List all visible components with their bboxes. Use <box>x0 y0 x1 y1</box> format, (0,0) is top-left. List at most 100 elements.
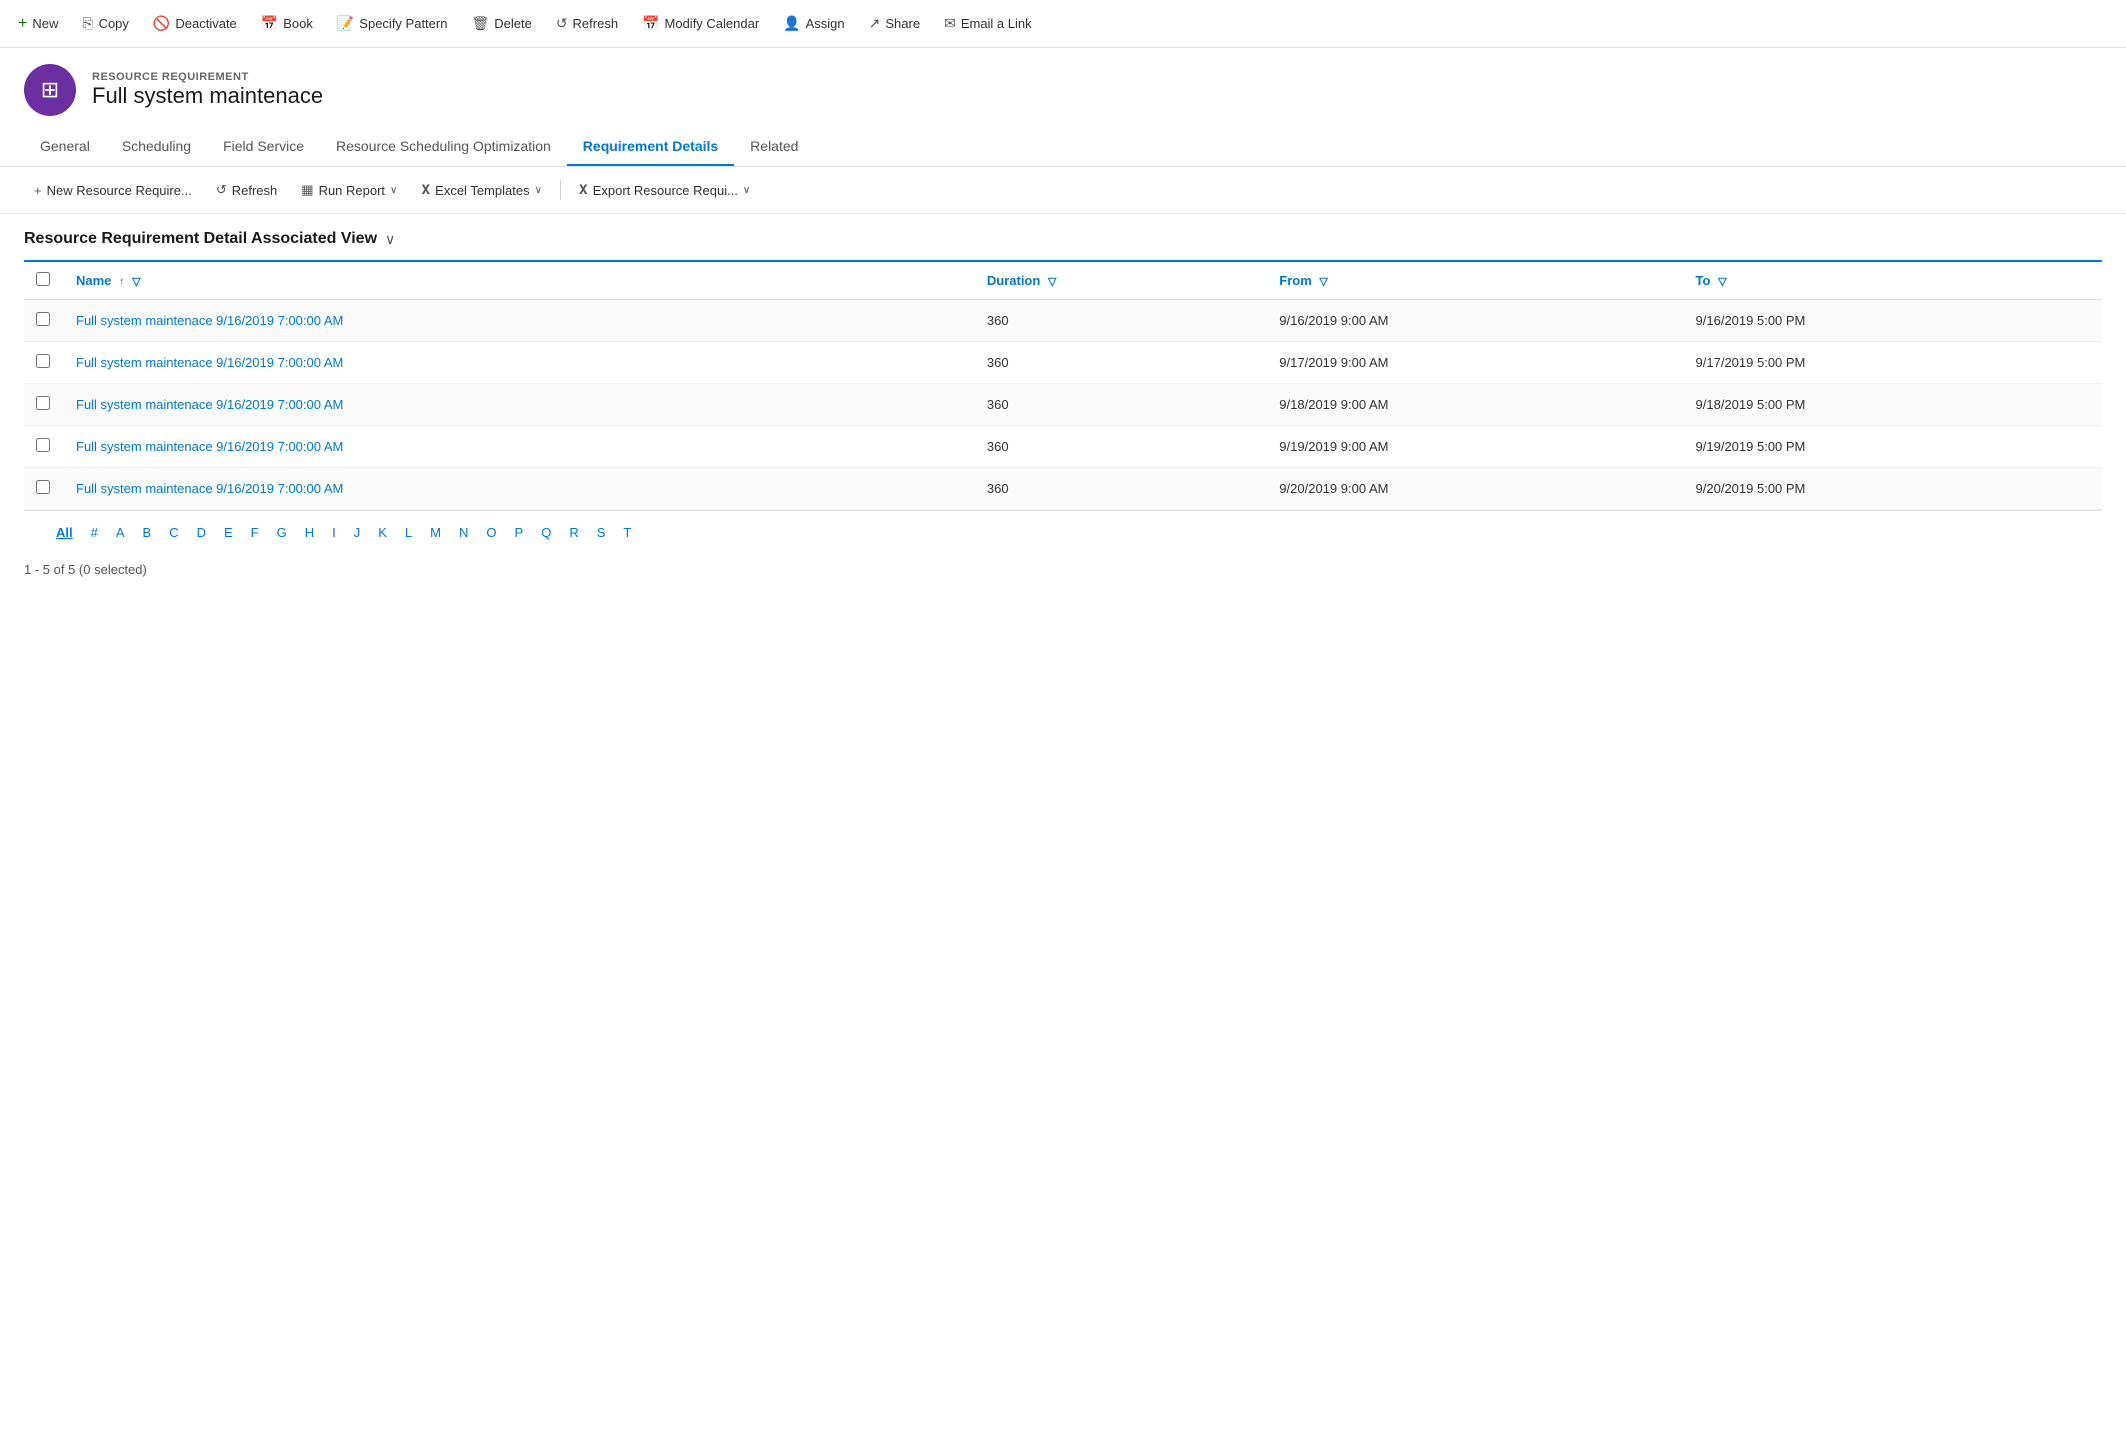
new-resource-require-label: New Resource Require... <box>47 183 192 198</box>
pagination-letter-k[interactable]: K <box>370 521 395 544</box>
pagination-letter-i[interactable]: I <box>324 521 344 544</box>
excel-templates-chevron: ∨ <box>535 185 542 196</box>
row-checkbox-cell[interactable] <box>24 468 64 510</box>
run-report-icon: ▦ <box>301 182 313 198</box>
pagination-letter-o[interactable]: O <box>478 521 504 544</box>
row-checkbox[interactable] <box>36 480 50 494</box>
row-name-link[interactable]: Full system maintenace 9/16/2019 7:00:00… <box>76 313 343 328</box>
run-report-button[interactable]: ▦ Run Report ∨ <box>291 177 407 203</box>
share-button[interactable]: ↗ Share <box>859 9 930 38</box>
row-name-cell: Full system maintenace 9/16/2019 7:00:00… <box>64 426 975 468</box>
name-filter-icon[interactable]: ▽ <box>132 276 140 288</box>
table-row: Full system maintenace 9/16/2019 7:00:00… <box>24 384 2102 426</box>
pagination-letter-d[interactable]: D <box>189 521 214 544</box>
row-checkbox-cell[interactable] <box>24 384 64 426</box>
refresh-button[interactable]: ↺ Refresh <box>546 9 628 38</box>
row-checkbox[interactable] <box>36 438 50 452</box>
sub-refresh-button[interactable]: ↺ Refresh <box>206 177 287 203</box>
new-resource-require-button[interactable]: + New Resource Require... <box>24 178 202 203</box>
to-col-header: To ▽ <box>1684 262 2102 300</box>
pagination-letter-l[interactable]: L <box>397 521 420 544</box>
row-to-cell: 9/20/2019 5:00 PM <box>1684 468 2102 510</box>
modify-calendar-icon: 📅 <box>642 15 659 32</box>
sub-toolbar-divider <box>560 180 561 200</box>
new-button[interactable]: + New <box>8 9 68 39</box>
row-checkbox-cell[interactable] <box>24 300 64 342</box>
name-sort-icon[interactable]: ↑ <box>119 276 125 288</box>
row-duration-cell: 360 <box>975 384 1267 426</box>
pagination-letter-g[interactable]: G <box>269 521 295 544</box>
pagination-letter-#[interactable]: # <box>83 521 106 544</box>
row-name-cell: Full system maintenace 9/16/2019 7:00:00… <box>64 468 975 510</box>
tab-field-service[interactable]: Field Service <box>207 128 320 166</box>
sub-toolbar: + New Resource Require... ↺ Refresh ▦ Ru… <box>0 167 2126 214</box>
pagination-letter-t[interactable]: T <box>615 521 639 544</box>
from-col-header: From ▽ <box>1267 262 1683 300</box>
copy-button[interactable]: ⎘ Copy <box>72 9 139 38</box>
row-checkbox[interactable] <box>36 354 50 368</box>
email-link-button[interactable]: ✉ Email a Link <box>934 9 1042 38</box>
row-name-link[interactable]: Full system maintenace 9/16/2019 7:00:00… <box>76 439 343 454</box>
refresh-label: Refresh <box>573 16 619 31</box>
row-name-link[interactable]: Full system maintenace 9/16/2019 7:00:00… <box>76 355 343 370</box>
pagination-letter-b[interactable]: B <box>135 521 160 544</box>
view-title-row: Resource Requirement Detail Associated V… <box>0 214 2126 260</box>
assign-button[interactable]: 👤 Assign <box>773 9 854 38</box>
pagination-letter-all[interactable]: All <box>48 521 81 544</box>
delete-button[interactable]: 🗑 Delete <box>461 9 541 38</box>
pagination-letter-h[interactable]: H <box>297 521 322 544</box>
pagination-letter-r[interactable]: R <box>561 521 586 544</box>
select-all-col[interactable] <box>24 262 64 300</box>
row-checkbox-cell[interactable] <box>24 342 64 384</box>
tab-scheduling[interactable]: Scheduling <box>106 128 207 166</box>
tab-related[interactable]: Related <box>734 128 814 166</box>
row-to-cell: 9/18/2019 5:00 PM <box>1684 384 2102 426</box>
pagination-letter-q[interactable]: Q <box>533 521 559 544</box>
export-resource-button[interactable]: 𝐗 Export Resource Requi... ∨ <box>569 177 760 203</box>
assign-icon: 👤 <box>783 15 800 32</box>
tab-resource-scheduling-optimization[interactable]: Resource Scheduling Optimization <box>320 128 567 166</box>
table-container: Name ↑ ▽ Duration ▽ From ▽ To ▽ <box>24 260 2102 510</box>
row-checkbox[interactable] <box>36 396 50 410</box>
new-label: New <box>32 16 58 31</box>
delete-icon: 🗑 <box>471 15 489 32</box>
specify-pattern-button[interactable]: 📝 Specify Pattern <box>327 9 458 38</box>
from-filter-icon[interactable]: ▽ <box>1319 276 1327 288</box>
pagination-letter-a[interactable]: A <box>108 521 133 544</box>
record-type: RESOURCE REQUIREMENT <box>92 71 323 83</box>
table-row: Full system maintenace 9/16/2019 7:00:00… <box>24 426 2102 468</box>
view-chevron[interactable]: ∨ <box>385 231 395 248</box>
tab-general[interactable]: General <box>24 128 106 166</box>
pagination-letter-m[interactable]: M <box>422 521 449 544</box>
pagination-letter-f[interactable]: F <box>243 521 267 544</box>
name-col-label: Name <box>76 273 111 288</box>
table-row: Full system maintenace 9/16/2019 7:00:00… <box>24 300 2102 342</box>
row-checkbox[interactable] <box>36 312 50 326</box>
refresh-icon: ↺ <box>556 15 568 32</box>
table-row: Full system maintenace 9/16/2019 7:00:00… <box>24 468 2102 510</box>
to-col-label: To <box>1696 273 1711 288</box>
modify-calendar-button[interactable]: 📅 Modify Calendar <box>632 9 769 38</box>
row-name-link[interactable]: Full system maintenace 9/16/2019 7:00:00… <box>76 481 343 496</box>
pagination-letter-c[interactable]: C <box>161 521 186 544</box>
excel-templates-button[interactable]: 𝐗 Excel Templates ∨ <box>411 177 552 203</box>
sub-refresh-label: Refresh <box>232 183 278 198</box>
select-all-checkbox[interactable] <box>36 272 50 286</box>
tab-requirement-details[interactable]: Requirement Details <box>567 128 734 166</box>
duration-filter-icon[interactable]: ▽ <box>1048 276 1056 288</box>
export-resource-label: Export Resource Requi... <box>593 183 738 198</box>
row-checkbox-cell[interactable] <box>24 426 64 468</box>
row-from-cell: 9/19/2019 9:00 AM <box>1267 426 1683 468</box>
deactivate-button[interactable]: 🚫 Deactivate <box>143 9 247 38</box>
sub-refresh-icon: ↺ <box>216 182 227 198</box>
pagination-letter-n[interactable]: N <box>451 521 476 544</box>
pagination-bar: All#ABCDEFGHIJKLMNOPQRST <box>24 510 2102 554</box>
book-button[interactable]: 📅 Book <box>251 9 323 38</box>
pagination-letter-e[interactable]: E <box>216 521 241 544</box>
to-filter-icon[interactable]: ▽ <box>1718 276 1726 288</box>
pagination-letter-j[interactable]: J <box>346 521 369 544</box>
pagination-letter-p[interactable]: P <box>507 521 532 544</box>
book-icon: 📅 <box>261 15 278 32</box>
row-name-link[interactable]: Full system maintenace 9/16/2019 7:00:00… <box>76 397 343 412</box>
pagination-letter-s[interactable]: S <box>589 521 614 544</box>
